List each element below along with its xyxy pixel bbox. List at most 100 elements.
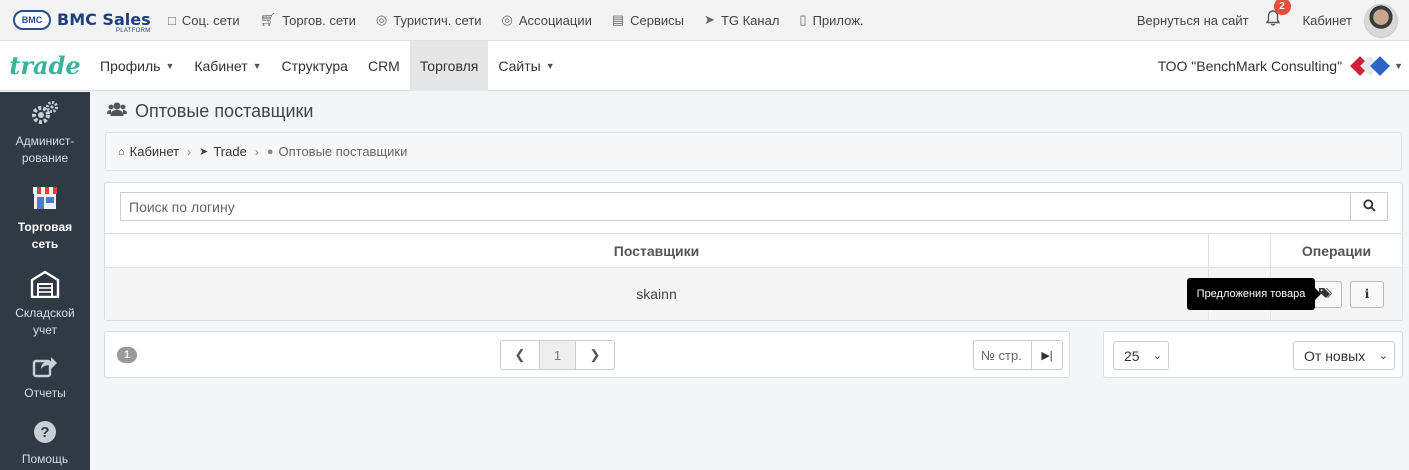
nav-label: Торговля	[419, 57, 479, 74]
per-page-select[interactable]: 25 ⌄	[1113, 341, 1169, 370]
info-button[interactable]: i	[1350, 280, 1384, 308]
nav-cabinet[interactable]: Кабинет ▼	[184, 41, 271, 91]
notifications-button[interactable]: 2	[1265, 0, 1291, 32]
nav-profile[interactable]: Профиль ▼	[90, 41, 184, 91]
cart-icon: 🛒︎	[259, 12, 277, 27]
topnav-apps[interactable]: ▯ Прилож.	[799, 12, 863, 28]
send-icon: ➤	[704, 12, 715, 27]
caret-down-icon: ▼	[545, 60, 555, 71]
breadcrumb-label: Оптовые поставщики	[278, 144, 408, 159]
search-input[interactable]	[120, 192, 1350, 221]
breadcrumb-current: ● Оптовые поставщики	[267, 144, 408, 159]
organization-logo-icon	[1350, 54, 1390, 78]
nav-sites[interactable]: Сайты ▼	[488, 41, 564, 91]
goto-page-input[interactable]	[973, 340, 1031, 370]
users-icon: ●	[266, 145, 274, 158]
topnav-trade[interactable]: 🛒︎ Торгов. сети	[260, 12, 356, 28]
share-icon	[0, 354, 90, 383]
user-avatar[interactable]	[1364, 3, 1398, 38]
search-bar	[120, 192, 1388, 221]
topnav-tourism[interactable]: ◎ Туристич. сети	[376, 12, 482, 28]
search-button[interactable]	[1350, 192, 1388, 221]
topnav-label: Прилож.	[812, 12, 864, 28]
goto-page: ▶|	[973, 340, 1063, 370]
goto-page-button[interactable]: ▶|	[1031, 340, 1063, 370]
total-count-badge: 1	[117, 347, 137, 363]
sort-order-select[interactable]: От новых ⌄	[1293, 341, 1395, 370]
product-offers-tooltip: Предложения товара	[1187, 278, 1321, 310]
sidebar-item-administration[interactable]: Админист-рование	[0, 100, 90, 167]
topnav-label: Туристич. сети	[393, 12, 482, 28]
table-header: Поставщики Операции	[105, 234, 1402, 268]
organization-switcher[interactable]: ТОО "BenchMark Consulting" ▼	[1158, 41, 1409, 91]
sidebar-label: Складской учет	[15, 306, 75, 337]
ball-icon: ◎	[501, 12, 513, 27]
topnav-label: Торгов. сети	[282, 12, 356, 28]
breadcrumb-cabinet[interactable]: ⌂ Кабинет	[118, 144, 179, 159]
sidebar-item-warehouse[interactable]: Складской учет	[0, 270, 90, 339]
topnav-associations[interactable]: ◎ Ассоциации	[502, 12, 592, 28]
breadcrumb-label: Кабинет	[129, 144, 180, 159]
gears-icon	[0, 100, 90, 131]
breadcrumb-separator: ›	[187, 144, 192, 159]
sidebar-item-trade-network[interactable]: Торговая сеть	[0, 184, 90, 253]
page-title: Оптовые поставщики	[107, 101, 313, 122]
main-navbar: trade Профиль ▼ Кабинет ▼ Структура CRM То…	[0, 40, 1409, 91]
column-header-suppliers: Поставщики	[105, 234, 1209, 267]
pagination-panel: 1 ❮ 1 ❯ ▶|	[104, 331, 1070, 378]
nav-label: Структура	[281, 57, 348, 74]
next-page-button[interactable]: ❯	[575, 340, 615, 370]
home-icon: ⌂	[118, 145, 125, 158]
breadcrumb-trade[interactable]: ➤ Trade	[199, 144, 247, 159]
column-header-blank	[1209, 234, 1271, 267]
rocket-icon: ➤	[199, 146, 209, 158]
topnav-services[interactable]: ▤ Сервисы	[612, 12, 684, 28]
sidebar-item-help[interactable]: ? Помощь	[0, 420, 90, 468]
sidebar-item-reports[interactable]: Отчеты	[0, 354, 90, 402]
topnav-tg-channel[interactable]: ➤ TG Канал	[704, 12, 779, 28]
step-forward-icon: ▶|	[1041, 349, 1053, 362]
info-icon: i	[1364, 287, 1370, 301]
current-page[interactable]: 1	[540, 340, 575, 370]
store-icon	[0, 184, 90, 217]
bmc-sales-logo[interactable]: BMC BMC Sales PLATFORM	[13, 10, 158, 34]
logo-badge: BMC	[13, 10, 51, 30]
sidebar-label: Отчеты	[24, 386, 66, 400]
sidebar-label: Админист-рование	[15, 134, 75, 165]
pagination: ❮ 1 ❯	[500, 340, 615, 370]
chat-icon: □	[168, 12, 176, 28]
notification-count-badge: 2	[1273, 0, 1291, 15]
caret-down-icon: ▼	[252, 60, 262, 71]
trade-brand-logo[interactable]: trade	[0, 51, 90, 80]
topnav-label: TG Канал	[720, 12, 780, 28]
sidebar-label: Помощь	[21, 452, 69, 466]
chevron-down-icon: ⌄	[1378, 350, 1388, 362]
mobile-icon: ▯	[799, 12, 807, 27]
top-nav: □ Соц. сети 🛒︎ Торгов. сети ◎ Туристич. сет…	[168, 12, 884, 28]
breadcrumb: ⌂ Кабинет › ➤ Trade › ● Оптовые поставщики	[105, 132, 1402, 171]
sidebar: Админист-рование Торговая сеть Складской…	[0, 92, 90, 470]
globe-icon: ◎	[375, 12, 388, 27]
back-to-site-link[interactable]: Вернуться на сайт	[1137, 13, 1249, 28]
page-title-text: Оптовые поставщики	[135, 101, 314, 121]
topnav-label: Соц. сети	[181, 12, 240, 28]
prev-page-button[interactable]: ❮	[500, 340, 540, 370]
nav-crm[interactable]: CRM	[358, 41, 410, 91]
svg-text:?: ?	[40, 424, 49, 441]
nav-trade[interactable]: Торговля	[409, 40, 489, 91]
chevron-right-icon: ❯	[589, 347, 601, 362]
caret-down-icon: ▼	[165, 60, 175, 71]
chevron-down-icon: ⌄	[1152, 350, 1162, 362]
topnav-label: Ассоциации	[518, 12, 592, 28]
nav-label: CRM	[367, 57, 400, 74]
cabinet-link[interactable]: Кабинет	[1303, 13, 1352, 28]
topnav-social[interactable]: □ Соц. сети	[168, 13, 240, 28]
users-icon	[107, 101, 127, 122]
supplier-login: skainn	[105, 268, 1209, 320]
nav-structure[interactable]: Структура	[272, 41, 358, 91]
breadcrumb-separator: ›	[254, 144, 259, 159]
nav-label: Профиль	[100, 57, 161, 74]
bell-icon	[1265, 9, 1281, 31]
question-icon: ?	[0, 420, 90, 449]
warehouse-icon	[0, 270, 90, 303]
